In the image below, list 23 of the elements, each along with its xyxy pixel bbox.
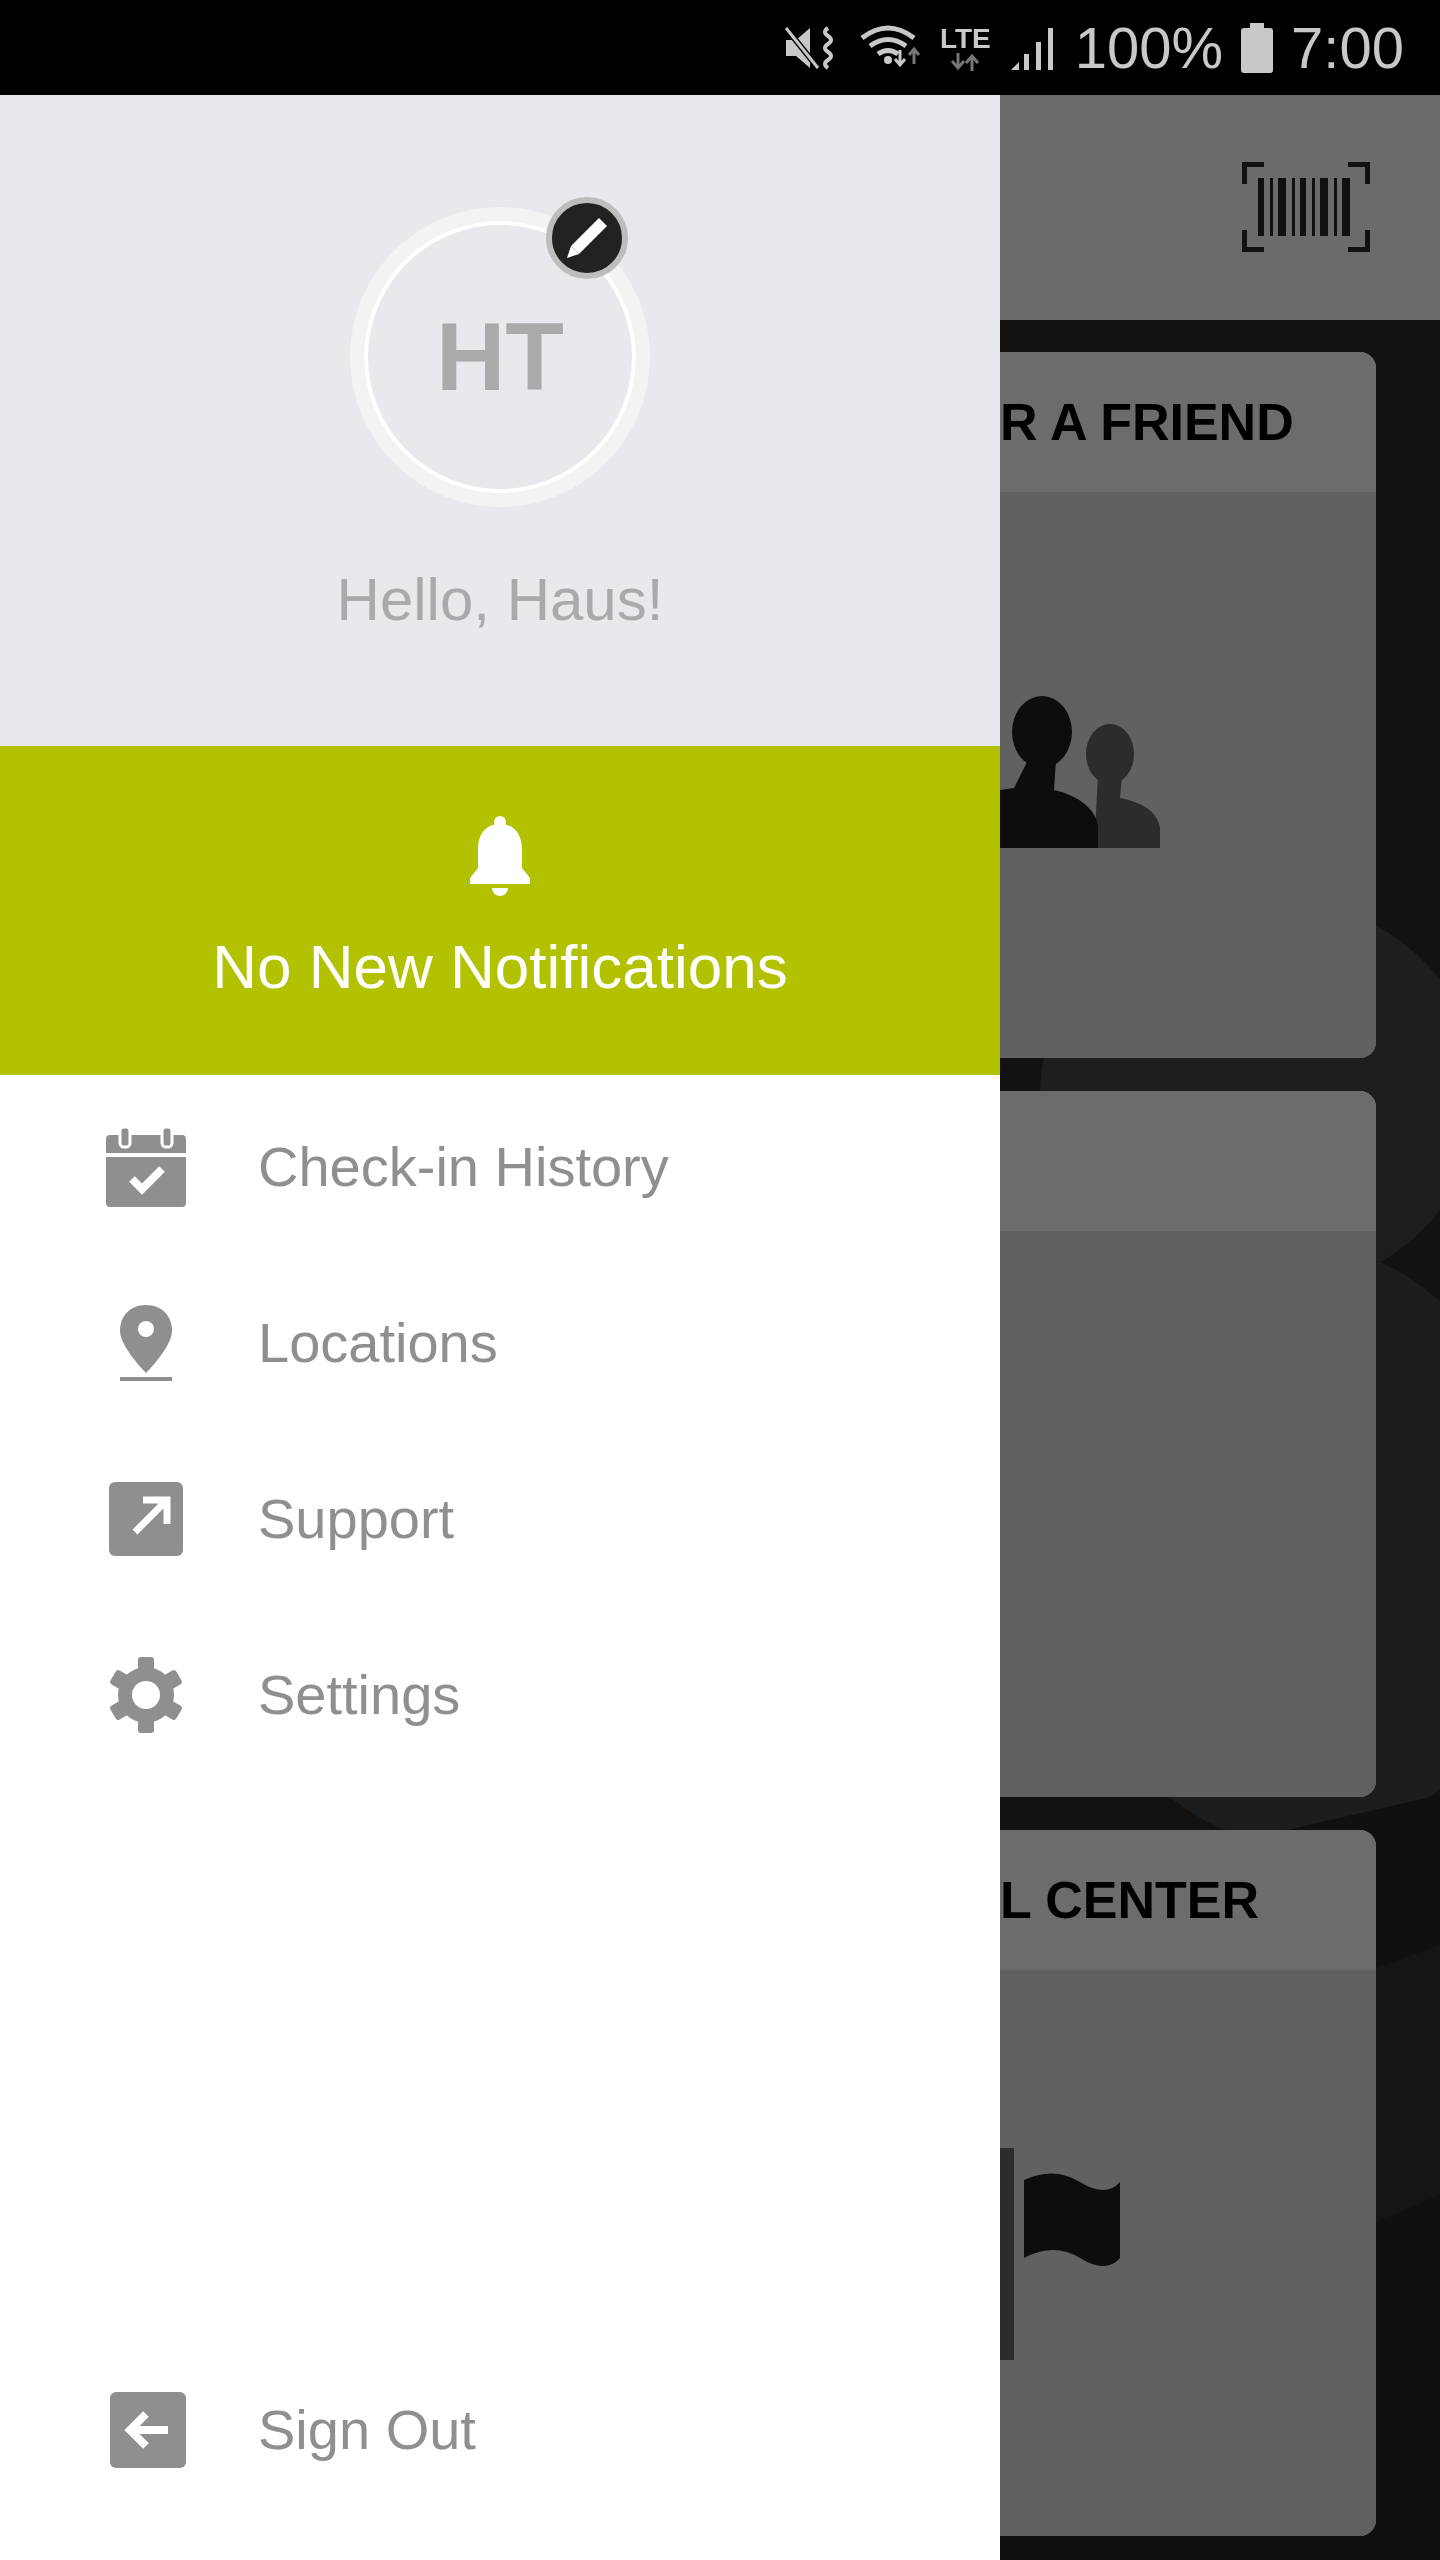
notifications-banner[interactable]: No New Notifications — [0, 746, 1000, 1075]
external-link-icon — [109, 1482, 183, 1556]
greeting-text: Hello, Haus! — [336, 565, 664, 635]
notifications-text: No New Notifications — [212, 931, 788, 1003]
card[interactable]: R A FRIEND — [1000, 352, 1376, 1058]
sign-out-icon — [110, 2392, 186, 2468]
settings-icon — [108, 1657, 184, 1733]
card-title: R A FRIEND — [1000, 392, 1294, 453]
card[interactable]: L CENTER — [1000, 1830, 1376, 2536]
menu-item[interactable]: Check-in History — [0, 1079, 1000, 1255]
menu-item[interactable]: Locations — [0, 1255, 1000, 1431]
menu-item[interactable]: Settings — [0, 1607, 1000, 1783]
menu-item[interactable]: Support — [0, 1431, 1000, 1607]
barcode-icon[interactable] — [1242, 162, 1370, 252]
location-pin-icon — [118, 1305, 174, 1381]
sign-out-item[interactable]: Sign Out — [0, 2342, 1000, 2518]
card-title: L CENTER — [1000, 1870, 1260, 1931]
pencil-icon — [565, 216, 609, 260]
network-type: LTE — [939, 24, 991, 53]
battery-percent: 100% — [1074, 18, 1224, 77]
calendar-check-icon — [106, 1127, 186, 1207]
clock: 7:00 — [1291, 18, 1404, 77]
battery-icon — [1241, 22, 1274, 73]
